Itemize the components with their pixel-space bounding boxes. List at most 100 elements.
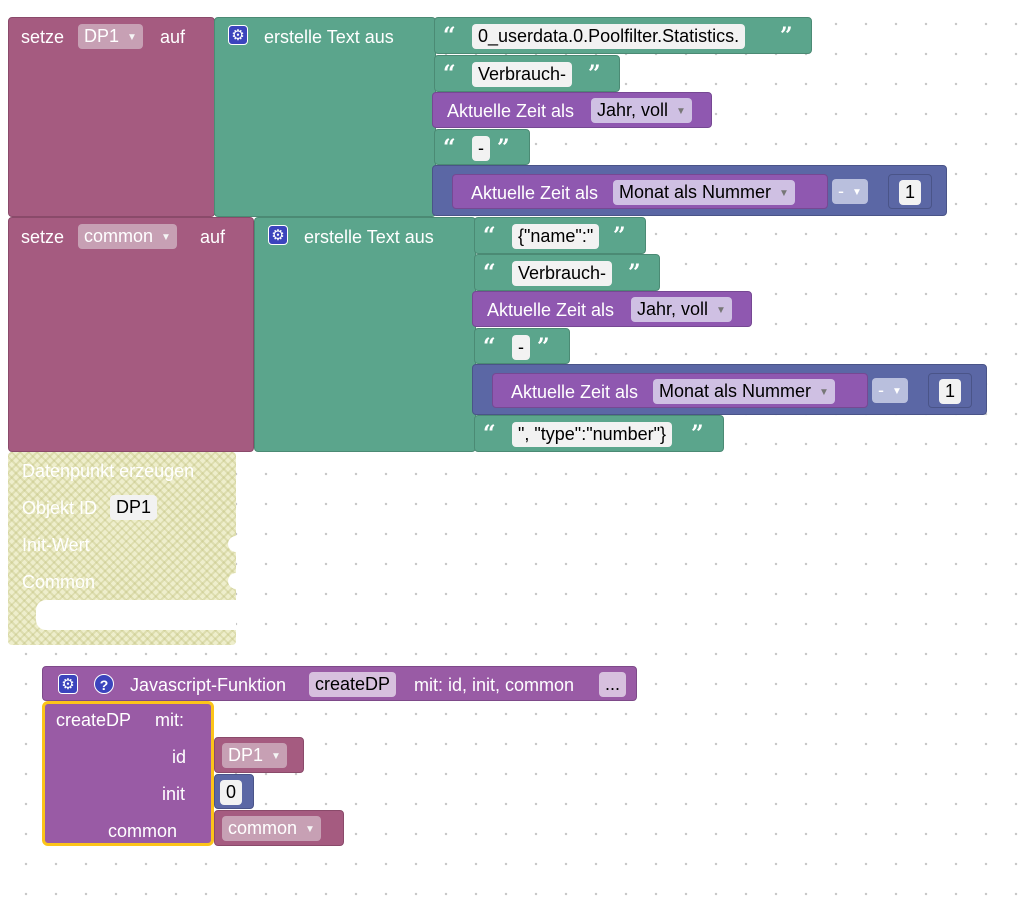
text-block[interactable]: “ Verbrauch- ” [474,254,660,291]
set-dp1-block[interactable]: setze DP1 ▼ auf [8,17,215,217]
time-label: Aktuelle Zeit als [447,101,575,121]
dropdown-arrow-icon: ▼ [779,187,789,199]
operator-dropdown[interactable]: - ▼ [872,378,908,403]
arithmetic-block[interactable]: Aktuelle Zeit als Monat als Nummer ▼ - ▼ 1 [472,364,987,415]
time-format-dropdown[interactable]: Jahr, voll ▼ [631,297,732,322]
create-datapoint-block[interactable]: Datenpunkt erzeugen Objekt ID DP1 Init-W… [8,452,236,645]
open-quote-icon: “ [443,23,456,49]
arithmetic-block[interactable]: Aktuelle Zeit als Monat als Nummer ▼ - ▼ 1 [432,165,947,216]
operator-value: - [838,181,844,201]
create-datapoint-title: Datenpunkt erzeugen [22,461,195,481]
object-id-label: Objekt ID [22,498,98,518]
time-format-value: Monat als Nummer [619,182,772,202]
number-block[interactable]: 1 [888,174,932,209]
param-common-variable-block[interactable]: common ▼ [214,810,344,846]
text-field[interactable]: - [512,335,530,360]
join-label: erstelle Text aus [264,27,394,47]
text-block[interactable]: “ ", "type":"number"} ” [474,415,724,452]
variable-name: common [84,226,154,246]
text-field[interactable]: ", "type":"number"} [512,422,673,447]
current-time-block[interactable]: Aktuelle Zeit als Monat als Nummer ▼ [492,373,868,408]
time-format-dropdown[interactable]: Monat als Nummer ▼ [653,379,835,404]
open-quote-icon: “ [443,61,456,87]
number-block[interactable]: 1 [928,373,972,408]
help-icon[interactable]: ? [94,674,114,694]
dropdown-arrow-icon: ▼ [819,386,829,398]
time-label: Aktuelle Zeit als [511,382,639,402]
gear-icon[interactable]: ⚙ [268,225,288,245]
open-quote-icon: “ [483,421,496,447]
more-button[interactable]: ... [599,672,627,697]
open-quote-icon: “ [483,334,496,360]
text-block[interactable]: “ - ” [434,129,530,165]
param-id-variable-block[interactable]: DP1 ▼ [214,737,304,773]
text-field[interactable]: 0_userdata.0.Poolfilter.Statistics. [472,24,746,49]
join-text-block-2[interactable]: ⚙ erstelle Text aus [254,217,476,452]
variable-name: DP1 [228,745,264,765]
variable-dropdown-dp1[interactable]: DP1 ▼ [222,743,287,768]
gear-icon[interactable]: ⚙ [58,674,78,694]
init-value-label: Init-Wert [22,535,90,555]
object-id-field[interactable]: DP1 [110,495,158,520]
operator-value: - [878,380,884,400]
variable-dropdown-dp1[interactable]: DP1 ▼ [78,24,143,49]
set-common-block[interactable]: setze common ▼ auf [8,217,254,452]
text-field[interactable]: - [472,136,490,161]
function-definition-block[interactable]: ⚙ ? Javascript-Funktion createDP mit: id… [42,666,637,701]
text-block[interactable]: “ Verbrauch- ” [434,55,620,92]
param-init-label: init [162,784,186,804]
time-format-value: Jahr, voll [597,100,669,120]
close-quote-icon: ” [588,61,601,87]
statement-slot[interactable] [36,600,236,630]
number-field[interactable]: 1 [939,379,962,404]
input-slot [228,573,236,589]
text-field[interactable]: Verbrauch- [512,261,613,286]
text-field[interactable]: {"name":" [512,224,600,249]
close-quote-icon: ” [497,135,510,161]
time-format-value: Monat als Nummer [659,381,812,401]
operator-dropdown[interactable]: - ▼ [832,179,868,204]
current-time-block[interactable]: Aktuelle Zeit als Jahr, voll ▼ [432,92,712,128]
to-label: auf [160,27,186,47]
dropdown-arrow-icon: ▼ [892,385,902,397]
text-block[interactable]: “ {"name":" ” [474,217,646,254]
function-call-name: createDP [56,710,132,730]
param-id-label: id [172,747,187,767]
close-quote-icon: ” [780,23,793,49]
current-time-block[interactable]: Aktuelle Zeit als Monat als Nummer ▼ [452,174,828,209]
variable-dropdown-common[interactable]: common ▼ [222,816,321,841]
time-format-dropdown[interactable]: Jahr, voll ▼ [591,98,692,123]
time-format-dropdown[interactable]: Monat als Nummer ▼ [613,180,795,205]
set-label: setze [21,27,65,47]
variable-name: DP1 [84,26,120,46]
text-block[interactable]: “ 0_userdata.0.Poolfilter.Statistics. ” [434,17,812,54]
dropdown-arrow-icon: ▼ [161,231,171,243]
common-label: Common [22,572,96,592]
input-slot [228,536,236,552]
dropdown-arrow-icon: ▼ [716,304,726,316]
variable-name: common [228,818,298,838]
function-call-block[interactable]: createDP mit: id init common [42,701,214,846]
text-block[interactable]: “ - ” [474,328,570,364]
param-init-number-block[interactable]: 0 [214,774,254,809]
close-quote-icon: ” [613,223,626,249]
variable-dropdown-common[interactable]: common ▼ [78,224,177,249]
function-label: Javascript-Funktion [130,675,287,695]
dropdown-arrow-icon: ▼ [305,823,315,835]
number-field[interactable]: 0 [220,780,243,805]
to-label: auf [200,227,226,247]
set-label: setze [21,227,65,247]
dropdown-arrow-icon: ▼ [271,750,281,762]
time-label: Aktuelle Zeit als [471,183,599,203]
open-quote-icon: “ [443,135,456,161]
join-text-block-1[interactable]: ⚙ erstelle Text aus [214,17,436,217]
dropdown-arrow-icon: ▼ [127,31,137,43]
gear-icon[interactable]: ⚙ [228,25,248,45]
function-name-field[interactable]: createDP [309,672,397,697]
open-quote-icon: “ [483,223,496,249]
close-quote-icon: ” [628,260,641,286]
current-time-block[interactable]: Aktuelle Zeit als Jahr, voll ▼ [472,291,752,327]
text-field[interactable]: Verbrauch- [472,62,573,87]
number-field[interactable]: 1 [899,180,922,205]
close-quote-icon: ” [537,334,550,360]
